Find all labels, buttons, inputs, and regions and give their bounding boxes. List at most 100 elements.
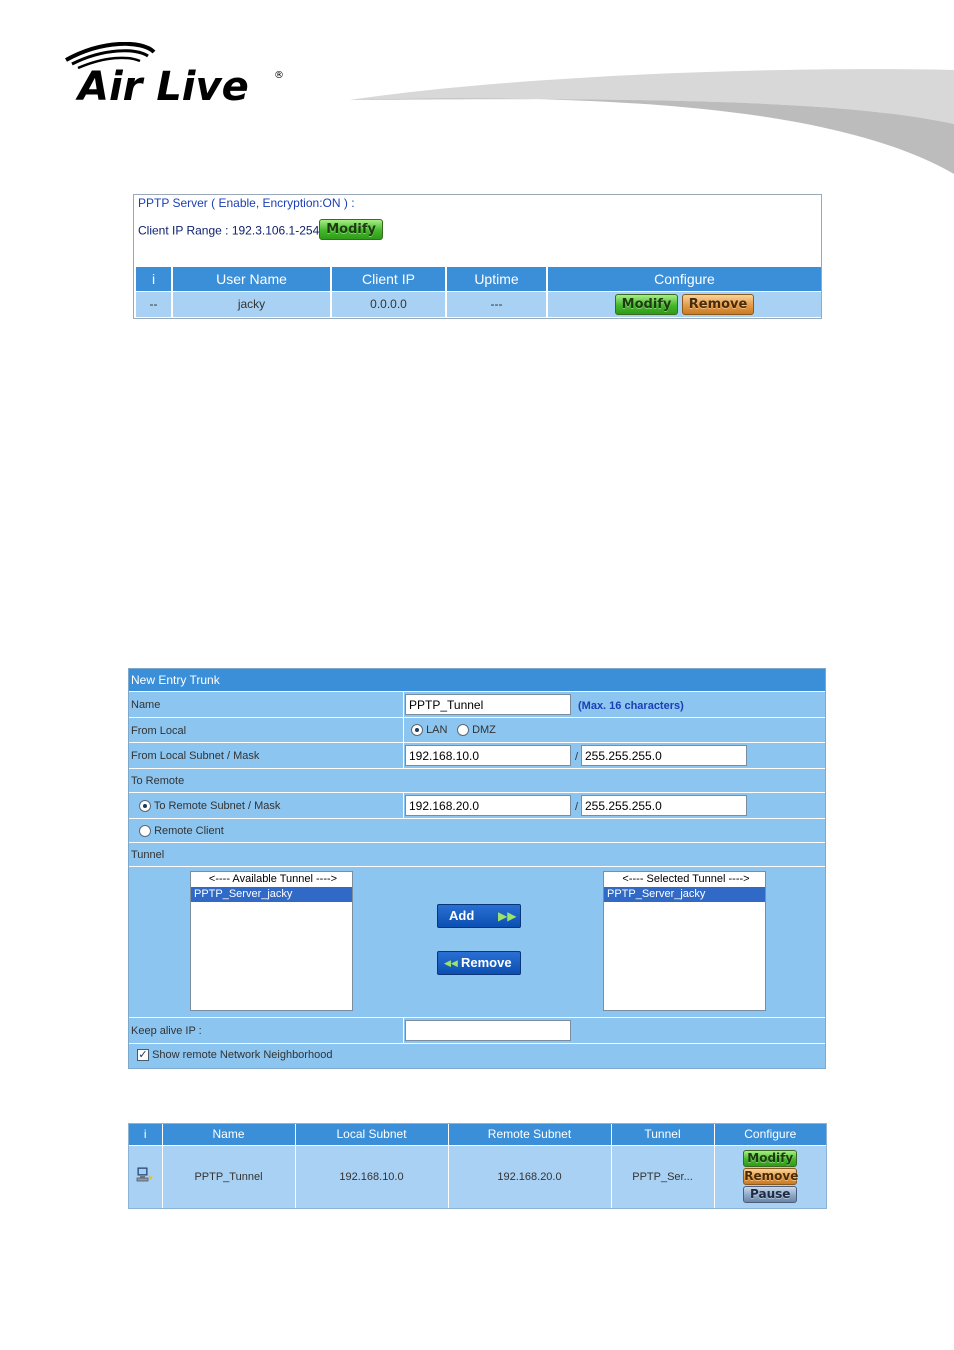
to-remote-subnet-label: To Remote Subnet / Mask xyxy=(153,800,281,812)
remote-client-radio[interactable] xyxy=(139,825,151,838)
remove-tunnel-button[interactable]: ◀◀ Remove xyxy=(437,951,521,975)
pptp-status-prefix: PPTP Server ( xyxy=(138,196,219,210)
form-header: New Entry Trunk xyxy=(129,669,825,692)
cell-user-name: jacky xyxy=(172,290,332,317)
svg-text:®: ® xyxy=(274,70,284,81)
pptp-server-panel: PPTP Server ( Enable, Encryption:ON ) : … xyxy=(133,194,822,319)
col-user-name: User Name xyxy=(172,267,332,291)
cell-local-subnet: 192.168.10.0 xyxy=(295,1144,449,1208)
remote-subnet-input[interactable] xyxy=(405,795,571,816)
remote-client-row: Remote Client xyxy=(129,819,825,843)
tunnel-label: Tunnel xyxy=(131,849,165,861)
from-local-subnet-row: From Local Subnet / Mask / xyxy=(129,743,825,769)
pptp-status-suffix: ) : xyxy=(340,196,355,210)
local-subnet-input[interactable] xyxy=(405,745,571,766)
new-entry-trunk-form: New Entry Trunk Name (Max. 16 characters… xyxy=(128,668,826,1069)
add-button-label: Add xyxy=(449,908,475,923)
show-neighborhood-option[interactable]: ✓ Show remote Network Neighborhood xyxy=(137,1049,333,1062)
col-configure: Configure xyxy=(547,267,821,291)
cell-remote-subnet: 192.168.20.0 xyxy=(448,1144,612,1208)
lan-label: LAN xyxy=(426,724,448,736)
svg-text:Air Live: Air Live xyxy=(75,64,249,108)
trunk-list-panel: i Name Local Subnet Remote Subnet Tunnel… xyxy=(128,1123,827,1209)
keep-alive-input[interactable] xyxy=(405,1020,571,1041)
to-remote-label: To Remote xyxy=(131,775,185,787)
remote-mask-separator: / xyxy=(575,801,579,813)
from-local-label: From Local xyxy=(131,725,187,737)
trunk-remove-button[interactable]: Remove xyxy=(743,1168,798,1186)
header-swoosh xyxy=(350,69,954,174)
dmz-label: DMZ xyxy=(472,724,496,736)
available-tunnel-title: <---- Available Tunnel ----> xyxy=(208,873,338,885)
to-remote-row: To Remote xyxy=(129,769,825,793)
keep-alive-row: Keep alive IP : xyxy=(129,1018,825,1044)
name-label: Name xyxy=(131,699,161,711)
trunk-list-table: i Name Local Subnet Remote Subnet Tunnel… xyxy=(129,1124,826,1208)
pptp-status-value: Enable, Encryption:ON xyxy=(218,196,341,210)
lan-radio[interactable] xyxy=(411,724,423,737)
cell-tunnel: PPTP_Ser... xyxy=(611,1144,715,1208)
col-configure: Configure xyxy=(714,1124,826,1145)
col-i: i xyxy=(129,1124,163,1145)
selected-tunnel-list[interactable]: <---- Selected Tunnel ----> PPTP_Server_… xyxy=(603,871,766,1011)
from-local-subnet-label: From Local Subnet / Mask xyxy=(131,750,260,762)
pptp-users-table: i User Name Client IP Uptime Configure -… xyxy=(136,267,821,317)
available-tunnel-item[interactable]: PPTP_Server_jacky xyxy=(191,887,352,902)
show-neighborhood-row: ✓ Show remote Network Neighborhood xyxy=(129,1044,825,1068)
dmz-radio[interactable] xyxy=(457,724,469,737)
cell-i: -- xyxy=(136,290,173,317)
form-title: New Entry Trunk xyxy=(131,673,220,687)
client-ip-range-label: Client IP Range : 192.3.106.1-254 xyxy=(138,223,320,238)
col-client-ip: Client IP xyxy=(331,267,447,291)
local-mask-input[interactable] xyxy=(581,745,747,766)
user-modify-button[interactable]: Modify xyxy=(614,293,679,315)
cell-client-ip: 0.0.0.0 xyxy=(331,290,447,317)
double-right-arrow-icon: ▶▶ xyxy=(498,909,517,923)
col-local-subnet: Local Subnet xyxy=(295,1124,449,1145)
selected-tunnel-title: <---- Selected Tunnel ----> xyxy=(622,873,750,885)
cell-name: PPTP_Tunnel xyxy=(162,1144,296,1208)
from-local-row: From Local LAN DMZ xyxy=(129,718,825,743)
col-remote-subnet: Remote Subnet xyxy=(448,1124,612,1145)
col-tunnel: Tunnel xyxy=(611,1124,715,1145)
remote-mask-input[interactable] xyxy=(581,795,747,816)
airlive-logo: Air Live ® xyxy=(65,42,284,108)
pptp-server-status: PPTP Server ( Enable, Encryption:ON ) : xyxy=(138,196,355,210)
name-input[interactable] xyxy=(405,694,571,715)
add-tunnel-button[interactable]: Add ▶▶ xyxy=(437,904,521,928)
lan-option[interactable]: LAN xyxy=(411,724,448,737)
cell-configure: Modify Remove xyxy=(547,290,821,317)
table-row: -- jacky 0.0.0.0 --- Modify Remove xyxy=(136,290,821,317)
table-row: PPTP_Tunnel 192.168.10.0 192.168.20.0 PP… xyxy=(129,1144,826,1208)
remove-button-label: Remove xyxy=(461,955,512,970)
cell-uptime: --- xyxy=(446,290,548,317)
dmz-option[interactable]: DMZ xyxy=(457,724,496,737)
client-ip-modify-button[interactable]: Modify xyxy=(319,219,384,240)
name-row: Name (Max. 16 characters) xyxy=(129,692,825,718)
to-remote-subnet-option[interactable]: To Remote Subnet / Mask xyxy=(139,800,281,813)
to-remote-subnet-radio[interactable] xyxy=(139,800,151,813)
keep-alive-label: Keep alive IP : xyxy=(131,1025,202,1037)
available-tunnel-list[interactable]: <---- Available Tunnel ----> PPTP_Server… xyxy=(190,871,353,1011)
col-name: Name xyxy=(162,1124,296,1145)
col-i: i xyxy=(136,267,173,291)
show-neighborhood-checkbox[interactable]: ✓ xyxy=(137,1049,149,1062)
selected-tunnel-item[interactable]: PPTP_Server_jacky xyxy=(604,887,765,902)
client-ip-range: Client IP Range : 192.3.106.1-254 Modify xyxy=(138,219,384,242)
trunk-modify-button[interactable]: Modify xyxy=(743,1150,798,1168)
double-left-arrow-icon: ◀◀ xyxy=(444,958,458,968)
show-neighborhood-label: Show remote Network Neighborhood xyxy=(152,1049,333,1061)
name-hint: (Max. 16 characters) xyxy=(578,700,684,712)
user-remove-button[interactable]: Remove xyxy=(681,293,755,315)
remote-client-label: Remote Client xyxy=(154,825,224,837)
subnet-mask-separator: / xyxy=(575,751,579,763)
remote-client-option[interactable]: Remote Client xyxy=(139,825,224,838)
cell-i xyxy=(129,1144,163,1208)
col-uptime: Uptime xyxy=(446,267,548,291)
trunk-pause-button[interactable]: Pause xyxy=(743,1186,798,1204)
to-remote-subnet-row: To Remote Subnet / Mask / xyxy=(129,793,825,819)
tunnel-select-row: <---- Available Tunnel ----> PPTP_Server… xyxy=(129,867,825,1018)
cell-configure: Modify Remove Pause xyxy=(714,1144,826,1208)
tunnel-label-row: Tunnel xyxy=(129,843,825,867)
network-computer-icon xyxy=(136,1167,154,1182)
